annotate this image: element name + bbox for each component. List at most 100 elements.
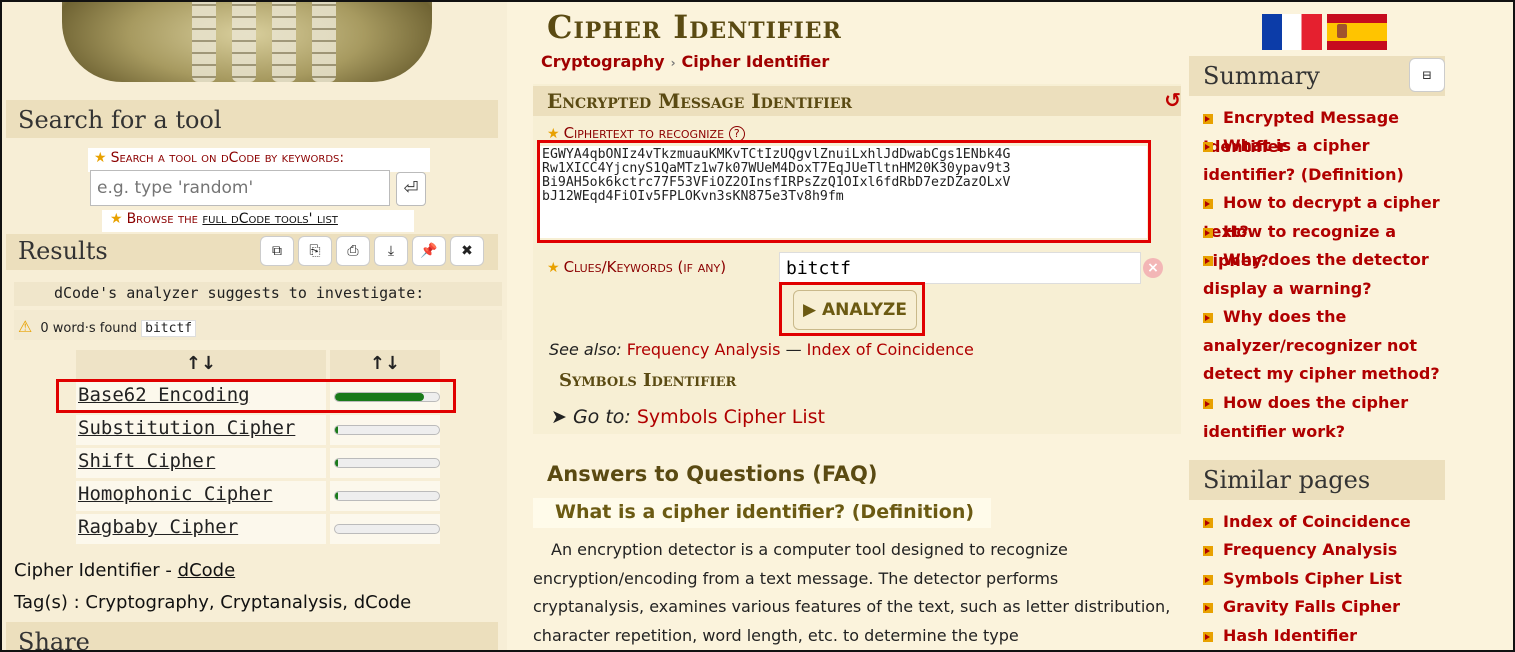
sort-score-header[interactable]: ↑↓ — [330, 350, 440, 380]
right-sidebar: Summary ⊟ Encrypted Message Identifier W… — [1187, 2, 1458, 650]
tags: Tag(s) : Cryptography, Cryptanalysis, dC… — [14, 592, 412, 613]
summary-item-text[interactable]: Why does the detector display a warning? — [1203, 250, 1429, 298]
star-icon: ★ — [110, 211, 123, 227]
search-label-text: Search a tool on dCode by keywords: — [110, 150, 345, 166]
french-flag-icon[interactable] — [1262, 14, 1322, 50]
highlight-box — [779, 282, 925, 336]
symbols-identifier-title: Symbols Identifier — [559, 370, 737, 391]
search-label: ★ Search a tool on dCode by keywords: — [88, 148, 430, 172]
score-bar-fill — [335, 426, 339, 434]
bullet-icon — [1203, 255, 1213, 266]
similar-item[interactable]: Symbols Cipher List — [1203, 565, 1458, 594]
clues-label-text: Clues/Keywords (if any) — [563, 258, 727, 276]
result-name[interactable]: Shift Cipher — [76, 448, 326, 478]
close-results-button[interactable]: ✖ — [450, 236, 484, 266]
see-also-dash: — — [785, 340, 802, 359]
copy-button[interactable]: ⧉ — [260, 236, 294, 266]
clear-clues-icon[interactable]: × — [1143, 258, 1163, 278]
result-name[interactable]: Homophonic Cipher — [76, 481, 326, 511]
similar-item[interactable]: Hash Identifier — [1203, 622, 1458, 650]
spanish-flag-icon[interactable] — [1327, 14, 1387, 50]
highlight-box — [537, 140, 1151, 243]
summary-item[interactable]: How does the cipher identifier work? — [1203, 389, 1458, 446]
search-input[interactable] — [90, 170, 390, 206]
similar-item-text[interactable]: Index of Coincidence — [1223, 512, 1411, 531]
dcode-link[interactable]: dCode — [178, 560, 236, 581]
breadcrumb: Cryptography › Cipher Identifier — [541, 52, 829, 71]
download-button[interactable]: ⤓ — [374, 236, 408, 266]
symbols-cipher-list-link[interactable]: Symbols Cipher List — [637, 406, 825, 428]
cryptex-ring — [232, 2, 256, 82]
goto-label: ➤ Go to: — [551, 406, 631, 428]
see-also-label: See also: — [549, 340, 622, 359]
result-score — [330, 448, 440, 478]
summary-item[interactable]: What is a cipher identifier? (Definition… — [1203, 132, 1458, 189]
main-content: Cipher Identifier Cryptography › Cipher Id… — [517, 2, 1187, 650]
similar-item-text[interactable]: Hash Identifier — [1223, 626, 1357, 645]
browse-tools: ★ Browse the full dCode tools' list — [102, 210, 414, 232]
summary-item-text[interactable]: How does the cipher identifier work? — [1203, 393, 1408, 441]
score-bar — [334, 491, 440, 501]
bullet-icon — [1203, 198, 1213, 209]
left-sidebar: Search for a tool ★ Search a tool on dCod… — [2, 2, 507, 650]
sort-name-header[interactable]: ↑↓ — [76, 350, 326, 380]
bullet-icon — [1203, 545, 1213, 556]
goto: ➤ Go to: Symbols Cipher List — [551, 406, 825, 428]
browse-tools-link[interactable]: full dCode tools' list — [202, 211, 338, 227]
summary-item-text[interactable]: What is a cipher identifier? (Definition… — [1203, 136, 1404, 184]
score-bar — [334, 458, 440, 468]
bullet-icon — [1203, 141, 1213, 152]
breadcrumb-separator: › — [670, 56, 676, 70]
result-score — [330, 415, 440, 445]
frequency-analysis-link[interactable]: Frequency Analysis — [627, 340, 781, 359]
pin-button[interactable]: 📌 — [412, 236, 446, 266]
page-attribution: Cipher Identifier - dCode — [14, 560, 235, 581]
result-name[interactable]: Substitution Cipher — [76, 415, 326, 445]
collapse-icon[interactable]: ⊟ — [1409, 58, 1445, 92]
see-also: See also: Frequency Analysis — Index of … — [549, 340, 974, 359]
panel-title-text: Encrypted Message Identifier — [547, 89, 853, 113]
warning-icon: ⚠ — [18, 317, 33, 336]
bullet-icon — [1203, 227, 1213, 238]
clues-label: ★ Clues/Keywords (if any) — [547, 258, 726, 276]
page-title: Cipher Identifier — [547, 8, 842, 46]
breadcrumb-item-cipher-identifier[interactable]: Cipher Identifier — [682, 52, 830, 71]
similar-item-text[interactable]: Gravity Falls Cipher — [1223, 597, 1400, 616]
bullet-icon — [1203, 631, 1213, 642]
star-icon: ★ — [547, 260, 560, 276]
bullet-icon — [1203, 398, 1213, 409]
found-keyword: bitctf — [141, 320, 197, 337]
browse-prefix: Browse the — [126, 211, 203, 227]
result-name[interactable]: Ragbaby Cipher — [76, 514, 326, 544]
summary-item-text[interactable]: Why does the analyzer/recognizer not det… — [1203, 307, 1440, 383]
similar-item-text[interactable]: Frequency Analysis — [1223, 540, 1397, 559]
dcode-logo[interactable] — [52, 2, 442, 94]
similar-item[interactable]: Index of Coincidence — [1203, 508, 1458, 537]
bullet-icon — [1203, 574, 1213, 585]
index-of-coincidence-link[interactable]: Index of Coincidence — [807, 340, 974, 359]
result-score — [330, 514, 440, 544]
summary-item[interactable]: Why does the analyzer/recognizer not det… — [1203, 303, 1458, 389]
score-bar-fill — [335, 459, 339, 467]
breadcrumb-item-cryptography[interactable]: Cryptography — [541, 52, 665, 71]
similar-item-text[interactable]: Symbols Cipher List — [1223, 569, 1402, 588]
search-submit-button[interactable]: ⏎ — [396, 172, 426, 206]
summary-title-text: Summary — [1203, 62, 1320, 90]
print-button[interactable]: ⎙ — [336, 236, 370, 266]
similar-item[interactable]: Gravity Falls Cipher — [1203, 593, 1458, 622]
similar-item[interactable]: Frequency Analysis — [1203, 536, 1458, 565]
coat-of-arms — [1337, 24, 1347, 38]
search-section-title: Search for a tool — [6, 100, 498, 138]
summary-title: Summary ⊟ — [1189, 56, 1445, 96]
bullet-icon — [1203, 517, 1213, 528]
clues-input[interactable] — [779, 252, 1141, 284]
summary-item[interactable]: Why does the detector display a warning? — [1203, 246, 1458, 303]
similar-pages-title: Similar pages — [1189, 460, 1445, 500]
export-button[interactable]: ⎘ — [298, 236, 332, 266]
words-found-text: 0 word·s found — [40, 321, 137, 336]
result-score — [330, 481, 440, 511]
highlight-box — [56, 379, 456, 413]
analyzer-suggestion: dCode's analyzer suggests to investigate… — [14, 282, 502, 306]
reload-icon[interactable]: ↺ — [1164, 88, 1181, 112]
bullet-icon — [1203, 312, 1213, 323]
